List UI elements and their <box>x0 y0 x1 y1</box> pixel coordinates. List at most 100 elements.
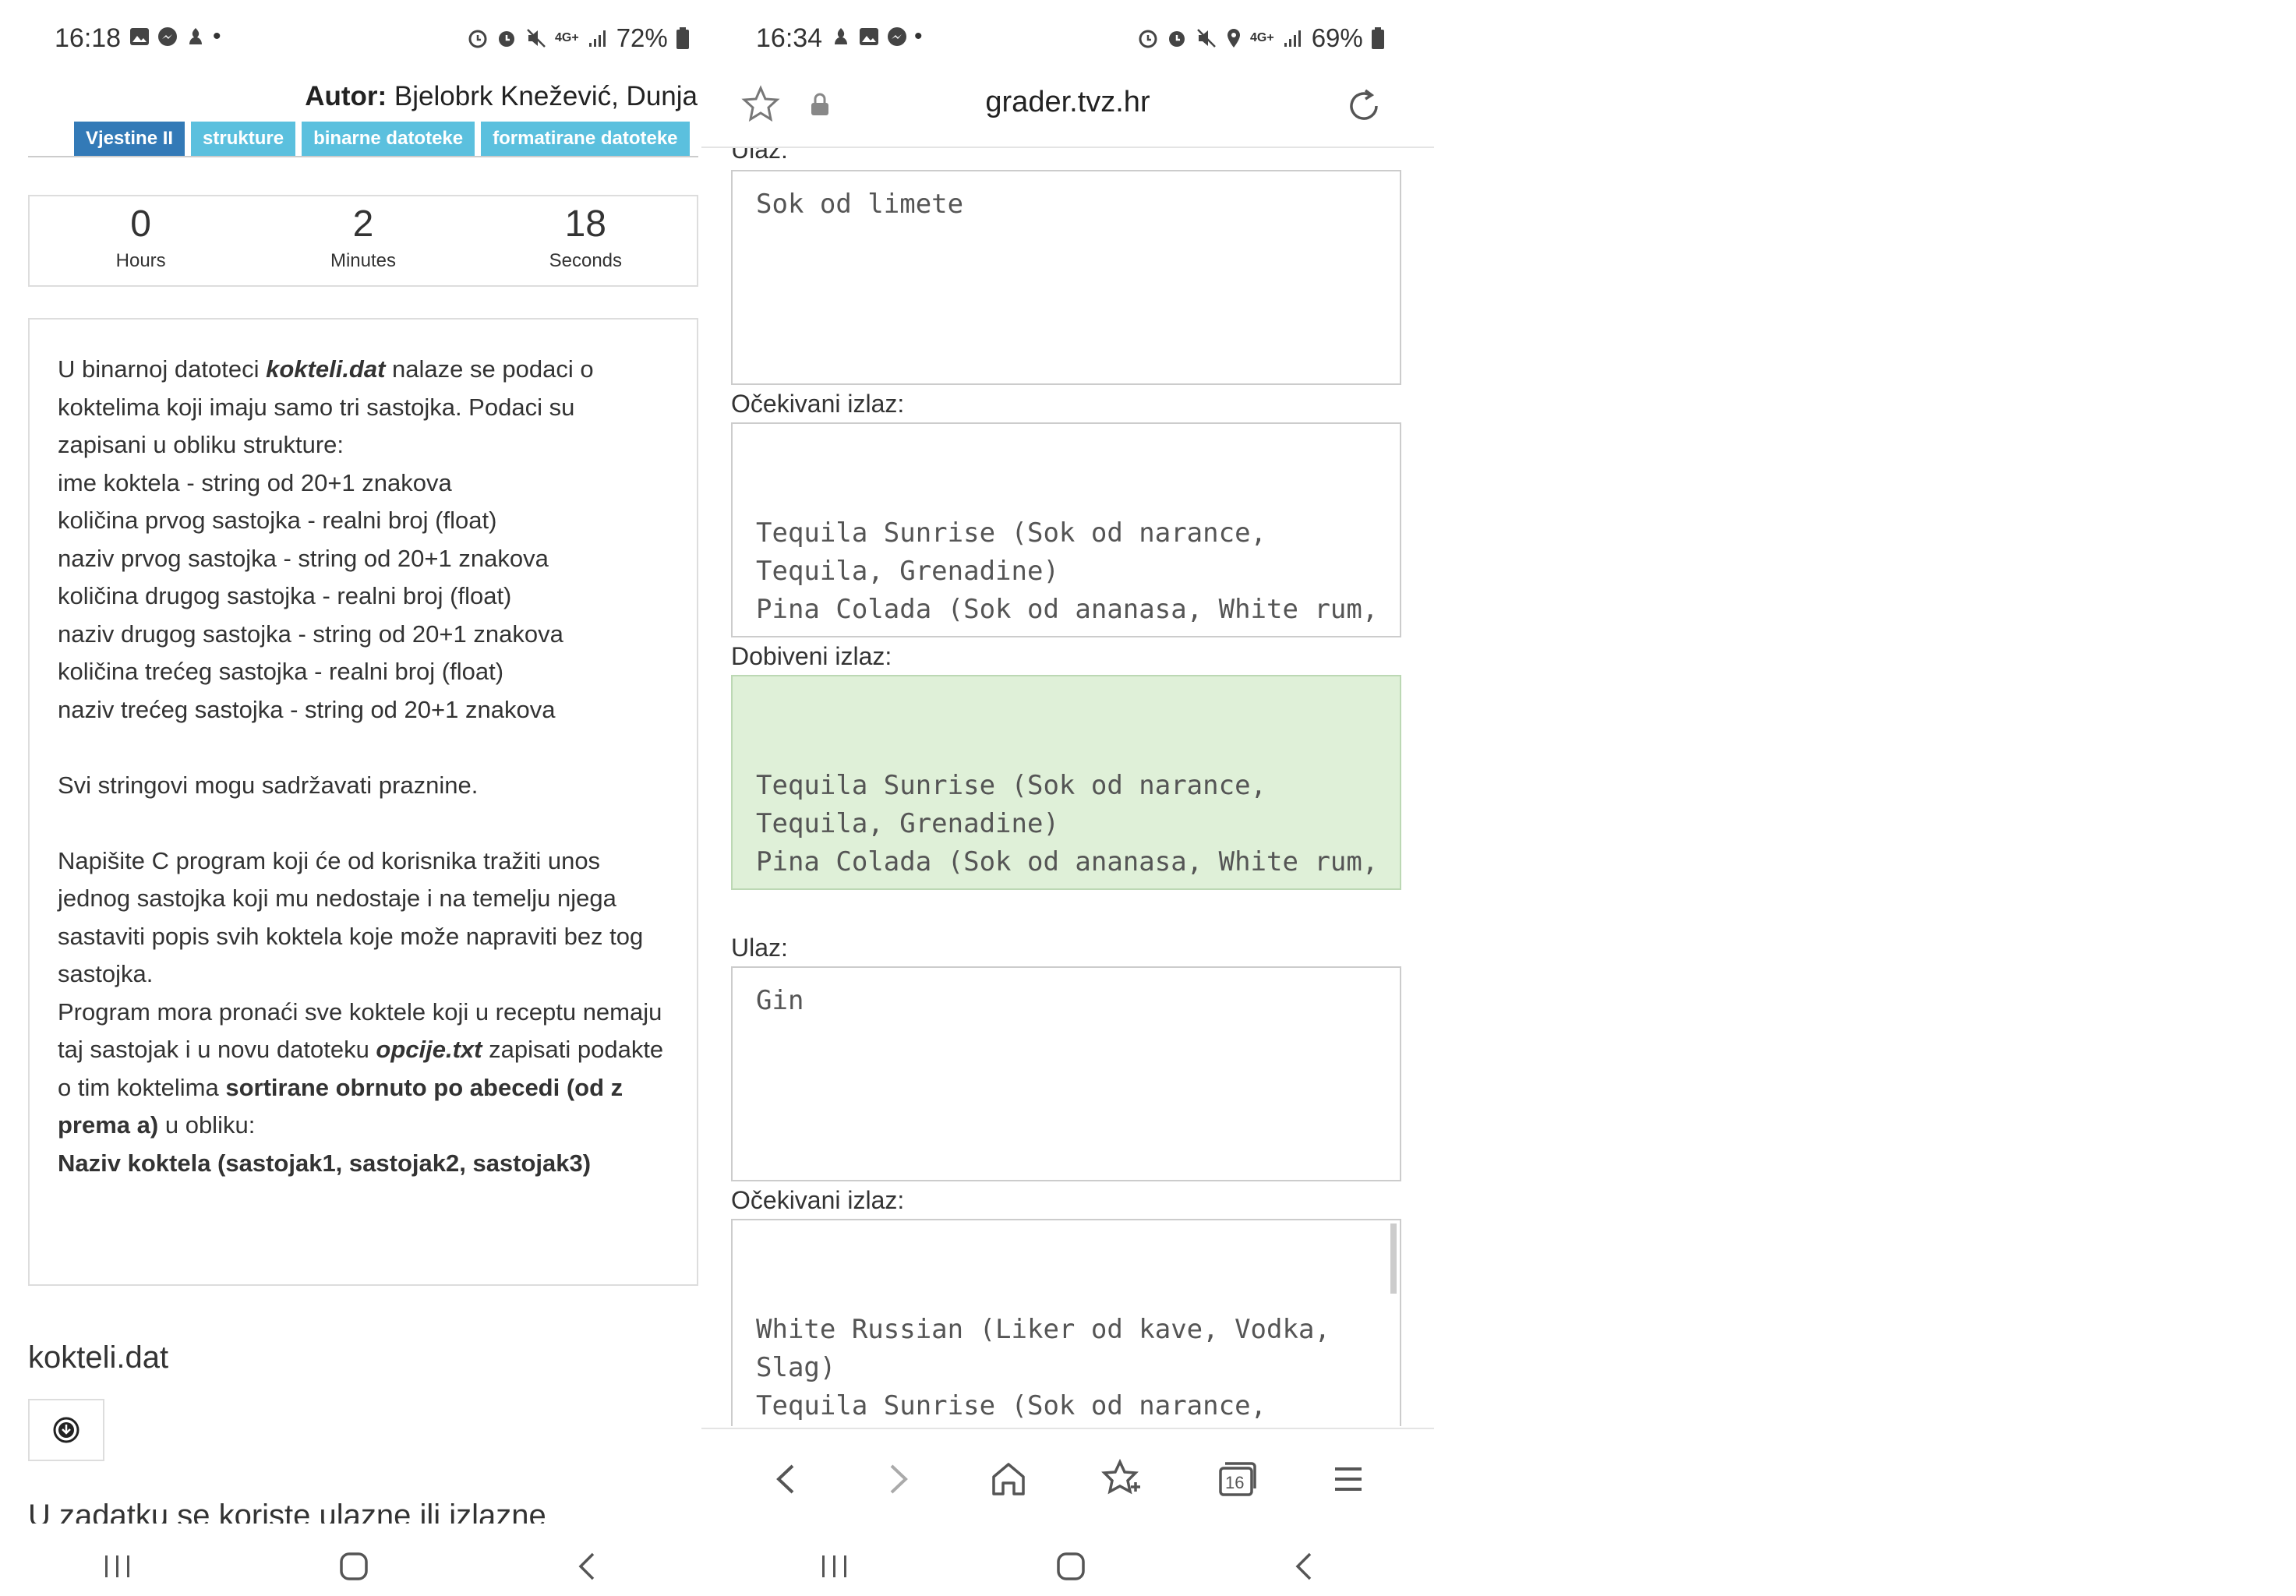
home-icon[interactable] <box>337 1549 371 1584</box>
actual-output-field[interactable]: Tequila Sunrise (Sok od narance, Tequila… <box>731 675 1401 890</box>
alarm-clock-icon <box>468 30 487 48</box>
task-input-file: kokteli.dat <box>266 355 386 383</box>
struct-field: naziv drugog sastojka - string od 20+1 z… <box>58 620 563 648</box>
section-heading-partial: U zadatku se koriste ulazne ili izlazne <box>28 1500 546 1524</box>
timer-hours-value: 0 <box>130 203 151 245</box>
home-icon[interactable] <box>987 1458 1030 1500</box>
struct-field: ime koktela - string od 20+1 znakova <box>58 468 452 496</box>
battery-level: 69% <box>1311 23 1363 52</box>
url-text[interactable]: grader.tvz.hr <box>701 86 1434 119</box>
alarm-icon <box>499 31 514 47</box>
author-name: Bjelobrk Knežević, Dunja <box>394 81 698 111</box>
struct-field: naziv prvog sastojka - string od 20+1 zn… <box>58 544 549 572</box>
textarea-scrollbar[interactable] <box>1390 1223 1397 1294</box>
tag-list: Vjestine II strukture binarne datoteke f… <box>74 122 690 156</box>
bookmarks-icon[interactable] <box>1100 1457 1143 1501</box>
actual-output-text: Tequila Sunrise (Sok od narance, Tequila… <box>756 770 1379 888</box>
home-icon[interactable] <box>1054 1549 1088 1584</box>
timer-seconds-value: 18 <box>564 203 606 245</box>
alarm-icon <box>1169 31 1185 47</box>
author-label: Autor: <box>305 81 387 111</box>
recent-apps-icon[interactable] <box>818 1552 852 1580</box>
timer-seconds: 18 Seconds <box>507 196 663 285</box>
page-content[interactable]: Ulaz: Sok od limete Očekivani izlaz: Teq… <box>701 148 1434 1426</box>
status-time: 16:34 <box>756 23 823 53</box>
app-notification-icon <box>189 28 202 44</box>
messenger-icon <box>888 27 906 46</box>
input-label: Ulaz: <box>731 934 788 962</box>
more-dot-icon: • <box>213 23 221 49</box>
timer-hours: 0 Hours <box>63 196 219 285</box>
timer-seconds-label: Seconds <box>549 250 623 271</box>
reload-icon[interactable] <box>1342 84 1386 128</box>
task-description: U binarnoj datoteci kokteli.dat nalaze s… <box>28 318 698 1286</box>
back-arrow-icon[interactable] <box>768 1460 807 1499</box>
tag-strukture[interactable]: strukture <box>191 122 296 156</box>
recent-apps-icon[interactable] <box>101 1552 135 1580</box>
task-instruction: Napišite C program koji će od korisnika … <box>58 846 644 988</box>
status-right: 4G+ 72% <box>468 23 690 53</box>
mute-icon <box>527 29 546 48</box>
battery-icon <box>676 27 689 49</box>
tag-binarne-datoteke[interactable]: binarne datoteke <box>302 122 475 156</box>
timer-minutes-value: 2 <box>352 203 374 245</box>
countdown-timer: 0 Hours 2 Minutes 18 Seconds <box>28 195 698 287</box>
location-icon <box>1227 29 1240 48</box>
section-heading-text: U zadatku se koriste ulazne ili izlazne <box>28 1500 546 1524</box>
struct-field: količina trećeg sastojka - realni broj (… <box>58 658 504 685</box>
tabs-button[interactable]: 16 <box>1214 1457 1258 1501</box>
network-type: 4G+ <box>1250 31 1274 44</box>
task-note: Svi stringovi mogu sadržavati praznine. <box>58 771 479 799</box>
divider <box>28 156 698 157</box>
tag-vjestine[interactable]: Vjestine II <box>74 122 185 156</box>
back-icon[interactable] <box>573 1549 601 1584</box>
forward-arrow-icon[interactable] <box>878 1460 917 1499</box>
menu-icon[interactable] <box>1329 1460 1368 1499</box>
input-field[interactable]: Gin <box>731 966 1401 1181</box>
app-notification-icon <box>835 28 847 44</box>
status-notification-icons: • <box>830 23 923 50</box>
back-icon[interactable] <box>1290 1549 1318 1584</box>
status-right: 4G+ 69% <box>1138 23 1385 53</box>
tab-count: 16 <box>1224 1473 1245 1492</box>
actual-output-label: Dobiveni izlaz: <box>731 642 892 670</box>
struct-field: naziv trećeg sastojka - string od 20+1 z… <box>58 695 556 723</box>
status-time: 16:18 <box>55 23 122 53</box>
input-field[interactable]: Sok od limete <box>731 170 1401 385</box>
task-intro: U binarnoj datoteci kokteli.dat nalaze s… <box>58 351 669 464</box>
task-intro-text: U binarnoj datoteci <box>58 355 267 383</box>
more-dot-icon: • <box>914 23 923 49</box>
system-nav-bar <box>717 1539 1418 1594</box>
expected-output-label: Očekivani izlaz: <box>731 1186 905 1214</box>
struct-field: količina prvog sastojka - realni broj (f… <box>58 507 497 534</box>
gallery-icon <box>860 28 878 45</box>
signal-icon <box>588 30 606 47</box>
expected-output-field[interactable]: White Russian (Liker od kave, Vodka, Sla… <box>731 1219 1401 1426</box>
file-title: kokteli.dat <box>28 1340 169 1375</box>
signal-icon <box>1284 30 1301 47</box>
download-icon <box>53 1417 79 1443</box>
expected-output-field[interactable]: Tequila Sunrise (Sok od narance, Tequila… <box>731 422 1401 637</box>
left-phone-screen: 16:18 • 4G+ 72% Autor: Bjelobrk Knežević… <box>0 0 717 1596</box>
task-output-file: opcije.txt <box>376 1036 482 1063</box>
browser-toolbar: 16 <box>701 1428 1434 1529</box>
gallery-icon <box>130 28 149 45</box>
tag-formatirane-datoteke[interactable]: formatirane datoteke <box>481 122 690 156</box>
messenger-icon <box>158 27 177 46</box>
download-button[interactable] <box>28 1399 104 1461</box>
timer-hours-label: Hours <box>115 250 166 271</box>
mute-icon <box>1197 29 1216 48</box>
input-label: Ulaz: <box>731 148 788 164</box>
timer-minutes: 2 Minutes <box>285 196 441 285</box>
battery-level: 72% <box>616 23 668 52</box>
expected-output-text: Tequila Sunrise (Sok od narance, Tequila… <box>756 517 1379 636</box>
browser-address-bar: grader.tvz.hr <box>701 70 1434 148</box>
expected-output-text: White Russian (Liker od kave, Vodka, Sla… <box>756 1314 1330 1421</box>
status-notification-icons: • <box>129 23 221 50</box>
network-type: 4G+ <box>555 31 579 44</box>
struct-field: količina drugog sastojka - realni broj (… <box>58 582 512 609</box>
task-requirement: Program mora pronaći sve koktele koji u … <box>58 994 669 1145</box>
system-nav-bar <box>0 1539 701 1594</box>
author-line: Autor: Bjelobrk Knežević, Dunja <box>305 81 698 112</box>
alarm-clock-icon <box>1139 30 1157 48</box>
